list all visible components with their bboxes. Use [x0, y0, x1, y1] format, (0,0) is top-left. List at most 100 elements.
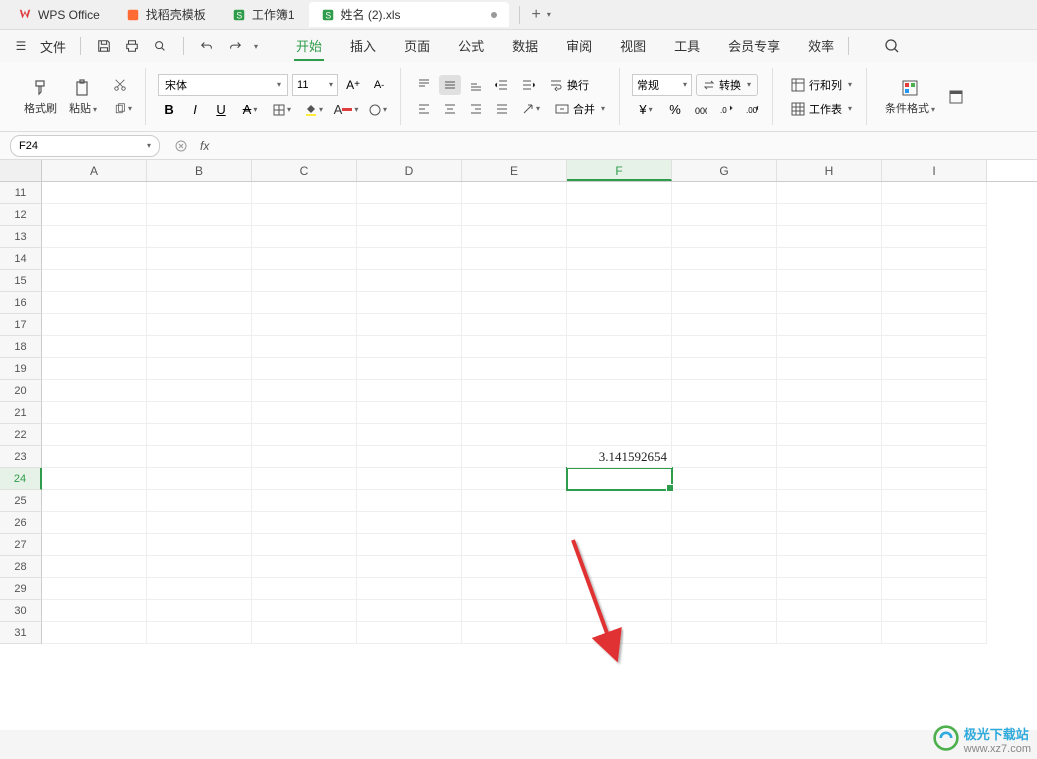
file-menu[interactable]: 文件	[38, 33, 68, 60]
cell[interactable]	[252, 182, 357, 204]
justify-icon[interactable]	[491, 99, 513, 119]
cell[interactable]	[672, 358, 777, 380]
cell[interactable]	[357, 600, 462, 622]
cell[interactable]	[252, 512, 357, 534]
cell[interactable]	[147, 314, 252, 336]
cell[interactable]	[567, 248, 672, 270]
cell[interactable]	[567, 380, 672, 402]
cell[interactable]	[147, 270, 252, 292]
cell[interactable]	[777, 204, 882, 226]
cell[interactable]	[252, 292, 357, 314]
number-format-select[interactable]: 常规▾	[632, 74, 692, 96]
cell[interactable]	[567, 204, 672, 226]
phonetic-button[interactable]: ▾	[364, 100, 392, 120]
col-header[interactable]: H	[777, 160, 882, 181]
cell[interactable]	[147, 490, 252, 512]
cell[interactable]	[252, 556, 357, 578]
cell[interactable]	[777, 446, 882, 468]
format-painter-button[interactable]: 格式刷	[18, 76, 63, 118]
paste-button[interactable]: 粘贴▾	[63, 76, 103, 118]
cell[interactable]	[672, 314, 777, 336]
menu-hamburger-icon[interactable]: ☰	[10, 35, 32, 57]
cell[interactable]	[147, 512, 252, 534]
cell[interactable]	[252, 380, 357, 402]
row-header[interactable]: 20	[0, 380, 42, 402]
cell[interactable]	[882, 468, 987, 490]
cell[interactable]	[777, 556, 882, 578]
col-header[interactable]: I	[882, 160, 987, 181]
cell[interactable]	[567, 490, 672, 512]
cell[interactable]	[252, 446, 357, 468]
cell[interactable]	[882, 600, 987, 622]
cell[interactable]	[357, 292, 462, 314]
cell[interactable]	[357, 578, 462, 600]
cell[interactable]	[567, 270, 672, 292]
cell[interactable]	[357, 182, 462, 204]
fx-icon[interactable]: fx	[200, 139, 209, 153]
thousands-icon[interactable]: 000	[690, 100, 712, 120]
cell[interactable]	[672, 468, 777, 490]
cell[interactable]	[882, 336, 987, 358]
cell[interactable]	[252, 226, 357, 248]
cell[interactable]	[462, 380, 567, 402]
cell[interactable]	[777, 226, 882, 248]
cell[interactable]	[42, 292, 147, 314]
cut-icon[interactable]	[109, 75, 131, 95]
row-header[interactable]: 30	[0, 600, 42, 622]
cell[interactable]: 3.141592654	[567, 446, 672, 468]
cell[interactable]	[777, 182, 882, 204]
align-top-icon[interactable]	[413, 75, 435, 95]
cell[interactable]	[147, 182, 252, 204]
cell[interactable]	[462, 226, 567, 248]
cell[interactable]	[567, 336, 672, 358]
convert-button[interactable]: 转换▾	[696, 74, 758, 96]
cell[interactable]	[462, 600, 567, 622]
cell[interactable]	[252, 600, 357, 622]
borders-button[interactable]: ▾	[268, 100, 296, 120]
indent-right-icon[interactable]	[517, 75, 539, 95]
row-header[interactable]: 17	[0, 314, 42, 336]
cell[interactable]	[462, 512, 567, 534]
cell[interactable]	[777, 534, 882, 556]
row-header[interactable]: 19	[0, 358, 42, 380]
decrease-decimal-icon[interactable]: .00	[742, 100, 764, 120]
italic-button[interactable]: I	[184, 100, 206, 120]
col-header[interactable]: G	[672, 160, 777, 181]
cell[interactable]	[882, 578, 987, 600]
cell[interactable]	[252, 336, 357, 358]
cell[interactable]	[357, 512, 462, 534]
cell[interactable]	[357, 446, 462, 468]
cell[interactable]	[882, 314, 987, 336]
cell[interactable]	[147, 248, 252, 270]
cell[interactable]	[357, 402, 462, 424]
undo-icon[interactable]	[196, 35, 218, 57]
cell[interactable]	[882, 490, 987, 512]
bold-button[interactable]: B	[158, 100, 180, 120]
search-icon[interactable]	[881, 35, 903, 57]
tab-list-dropdown[interactable]: ▾	[547, 10, 551, 19]
row-header[interactable]: 18	[0, 336, 42, 358]
cell[interactable]	[147, 446, 252, 468]
row-header[interactable]: 15	[0, 270, 42, 292]
col-header[interactable]: A	[42, 160, 147, 181]
align-bottom-icon[interactable]	[465, 75, 487, 95]
cell[interactable]	[252, 204, 357, 226]
cell[interactable]	[882, 182, 987, 204]
cell[interactable]	[357, 468, 462, 490]
cell[interactable]	[462, 182, 567, 204]
cell[interactable]	[42, 578, 147, 600]
cell[interactable]	[882, 248, 987, 270]
cell[interactable]	[777, 424, 882, 446]
cell[interactable]	[882, 204, 987, 226]
cell[interactable]	[147, 556, 252, 578]
currency-icon[interactable]: ¥▾	[632, 100, 660, 120]
cell[interactable]	[672, 490, 777, 512]
row-header[interactable]: 16	[0, 292, 42, 314]
cell[interactable]	[252, 314, 357, 336]
row-header[interactable]: 27	[0, 534, 42, 556]
cell[interactable]	[462, 490, 567, 512]
cell[interactable]	[462, 270, 567, 292]
cell[interactable]	[777, 600, 882, 622]
cell[interactable]	[672, 512, 777, 534]
row-header[interactable]: 11	[0, 182, 42, 204]
